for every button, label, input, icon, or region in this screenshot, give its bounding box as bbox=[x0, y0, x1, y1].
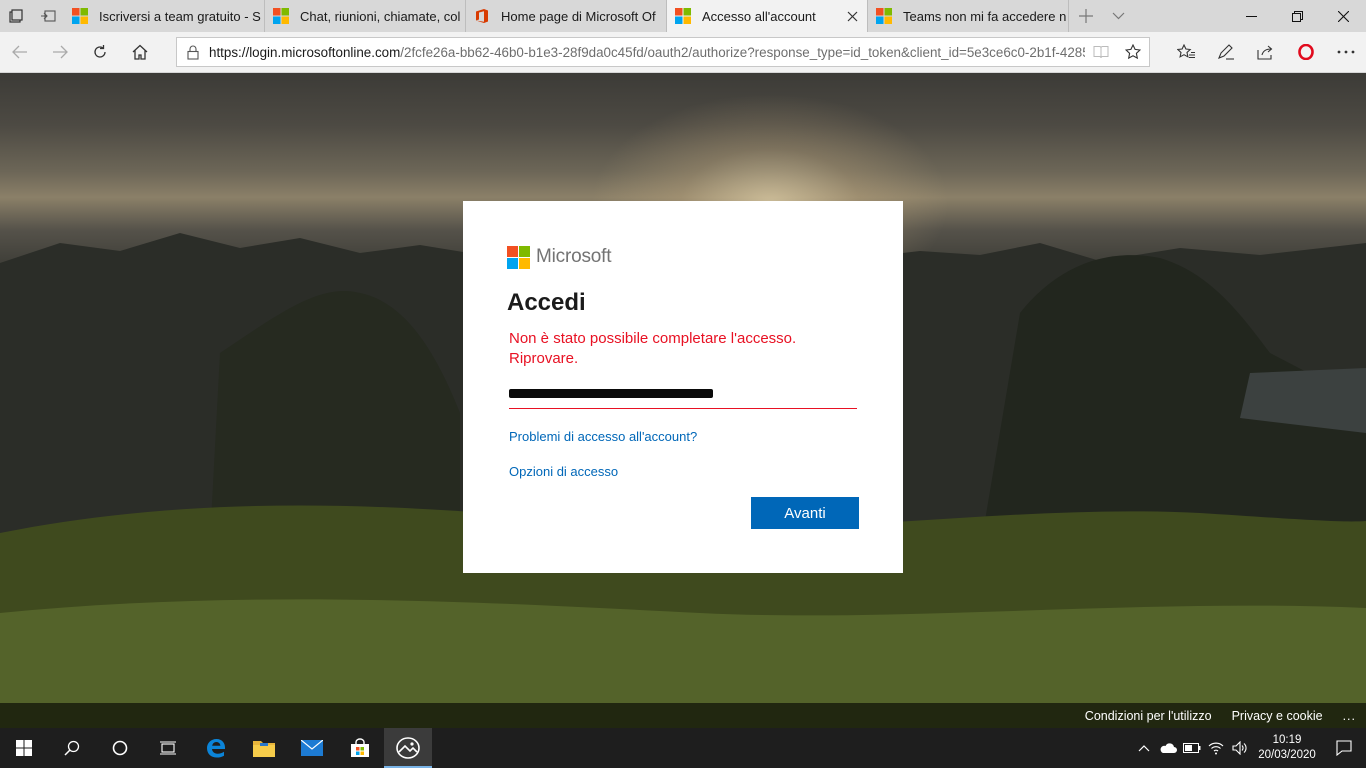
windows-start-icon[interactable] bbox=[0, 728, 48, 768]
footer-more-button[interactable]: ... bbox=[1343, 709, 1356, 723]
error-line-1: Non è stato possibile completare l'acces… bbox=[509, 330, 797, 347]
tab-title: Home page di Microsoft Of bbox=[501, 8, 656, 24]
forward-arrow-icon[interactable] bbox=[40, 32, 80, 72]
privacy-cookies-link[interactable]: Privacy e cookie bbox=[1232, 709, 1323, 723]
clock-time: 10:19 bbox=[1272, 734, 1302, 746]
close-window-icon[interactable] bbox=[1320, 0, 1366, 32]
browser-tab-strip: Iscriversi a team gratuito - S Chat, riu… bbox=[0, 0, 1366, 32]
tab-1[interactable]: Iscriversi a team gratuito - S bbox=[64, 0, 265, 32]
page-title: Accedi bbox=[507, 289, 586, 316]
onedrive-cloud-icon[interactable] bbox=[1156, 728, 1180, 768]
set-aside-tabs-icon[interactable] bbox=[32, 0, 64, 32]
microsoft-store-icon[interactable] bbox=[336, 728, 384, 768]
tab-manager-icon[interactable] bbox=[0, 0, 32, 32]
url-path: /2fcfe26a-bb62-46b0-b1e3-28f9da0c45fd/oa… bbox=[400, 44, 1085, 60]
search-icon[interactable] bbox=[48, 728, 96, 768]
clock[interactable]: 10:19 20/03/2020 bbox=[1252, 733, 1322, 763]
mail-icon[interactable] bbox=[288, 728, 336, 768]
photos-app-icon[interactable] bbox=[384, 728, 432, 768]
email-input[interactable] bbox=[509, 383, 857, 409]
tab-title: Teams non mi fa accedere n bbox=[903, 8, 1067, 24]
url-text[interactable]: https://login.microsoftonline.com/2fcfe2… bbox=[209, 45, 1085, 60]
new-tab-icon[interactable] bbox=[1069, 0, 1103, 32]
edge-browser-icon[interactable] bbox=[192, 728, 240, 768]
browser-navigation-bar: https://login.microsoftonline.com/2fcfe2… bbox=[0, 32, 1366, 73]
lock-icon[interactable] bbox=[177, 45, 209, 60]
tab-2[interactable]: Chat, riunioni, chiamate, col bbox=[265, 0, 466, 32]
page-footer: Condizioni per l'utilizzo Privacy e cook… bbox=[0, 703, 1366, 728]
browser-toolbar-right bbox=[1166, 32, 1366, 72]
restore-icon[interactable] bbox=[1274, 0, 1320, 32]
cortana-icon[interactable] bbox=[96, 728, 144, 768]
microsoft-logo-icon bbox=[876, 8, 892, 24]
task-view-icon[interactable] bbox=[144, 728, 192, 768]
add-favorite-star-icon[interactable] bbox=[1117, 44, 1149, 60]
notifications-icon[interactable] bbox=[1322, 728, 1366, 768]
windows-taskbar: 10:19 20/03/2020 bbox=[0, 728, 1366, 768]
tab-5[interactable]: Teams non mi fa accedere n bbox=[868, 0, 1069, 32]
more-options-icon[interactable] bbox=[1326, 32, 1366, 72]
minimize-icon[interactable] bbox=[1228, 0, 1274, 32]
account-problems-link[interactable]: Problemi di accesso all'account? bbox=[509, 429, 859, 444]
refresh-icon[interactable] bbox=[80, 32, 120, 72]
sign-in-card: Microsoft Accedi Non è stato possibile c… bbox=[463, 201, 903, 573]
favorites-hub-icon[interactable] bbox=[1166, 32, 1206, 72]
reading-view-icon[interactable] bbox=[1085, 45, 1117, 59]
volume-icon[interactable] bbox=[1228, 728, 1252, 768]
address-bar[interactable]: https://login.microsoftonline.com/2fcfe2… bbox=[176, 37, 1150, 67]
chevron-down-icon[interactable] bbox=[1103, 0, 1133, 32]
tab-title: Accesso all'account bbox=[702, 8, 816, 24]
sign-in-options-link[interactable]: Opzioni di accesso bbox=[509, 464, 859, 479]
error-line-2: Riprovare. bbox=[509, 350, 579, 367]
tab-4-active[interactable]: Accesso all'account bbox=[667, 0, 868, 32]
microsoft-wordmark: Microsoft bbox=[536, 246, 612, 267]
error-message: Non è stato possibile completare l'acces… bbox=[509, 329, 859, 369]
redacted-email-value bbox=[509, 389, 713, 398]
microsoft-logo-icon bbox=[72, 8, 88, 24]
window-controls bbox=[1228, 0, 1366, 32]
home-icon[interactable] bbox=[120, 32, 160, 72]
file-explorer-icon[interactable] bbox=[240, 728, 288, 768]
tab-title: Iscriversi a team gratuito - S bbox=[99, 8, 261, 24]
tab-title: Chat, riunioni, chiamate, col bbox=[300, 8, 461, 24]
microsoft-squares-icon bbox=[507, 245, 530, 269]
clock-date: 20/03/2020 bbox=[1258, 749, 1316, 761]
opera-extension-icon[interactable] bbox=[1286, 32, 1326, 72]
microsoft-logo-icon bbox=[273, 8, 289, 24]
pen-notes-icon[interactable] bbox=[1206, 32, 1246, 72]
back-arrow-icon[interactable] bbox=[0, 32, 40, 72]
office-logo-icon bbox=[474, 8, 490, 24]
chevron-up-icon[interactable] bbox=[1132, 728, 1156, 768]
tab-3[interactable]: Home page di Microsoft Of bbox=[466, 0, 667, 32]
next-button[interactable]: Avanti bbox=[751, 497, 859, 529]
terms-of-use-link[interactable]: Condizioni per l'utilizzo bbox=[1085, 709, 1212, 723]
url-host: https://login.microsoftonline.com bbox=[209, 44, 401, 60]
battery-icon[interactable] bbox=[1180, 728, 1204, 768]
wifi-icon[interactable] bbox=[1204, 728, 1228, 768]
close-tab-icon[interactable] bbox=[837, 11, 867, 22]
microsoft-logo: Microsoft bbox=[507, 245, 859, 269]
system-tray: 10:19 20/03/2020 bbox=[1132, 728, 1366, 768]
share-icon[interactable] bbox=[1246, 32, 1286, 72]
microsoft-logo-icon bbox=[675, 8, 691, 24]
